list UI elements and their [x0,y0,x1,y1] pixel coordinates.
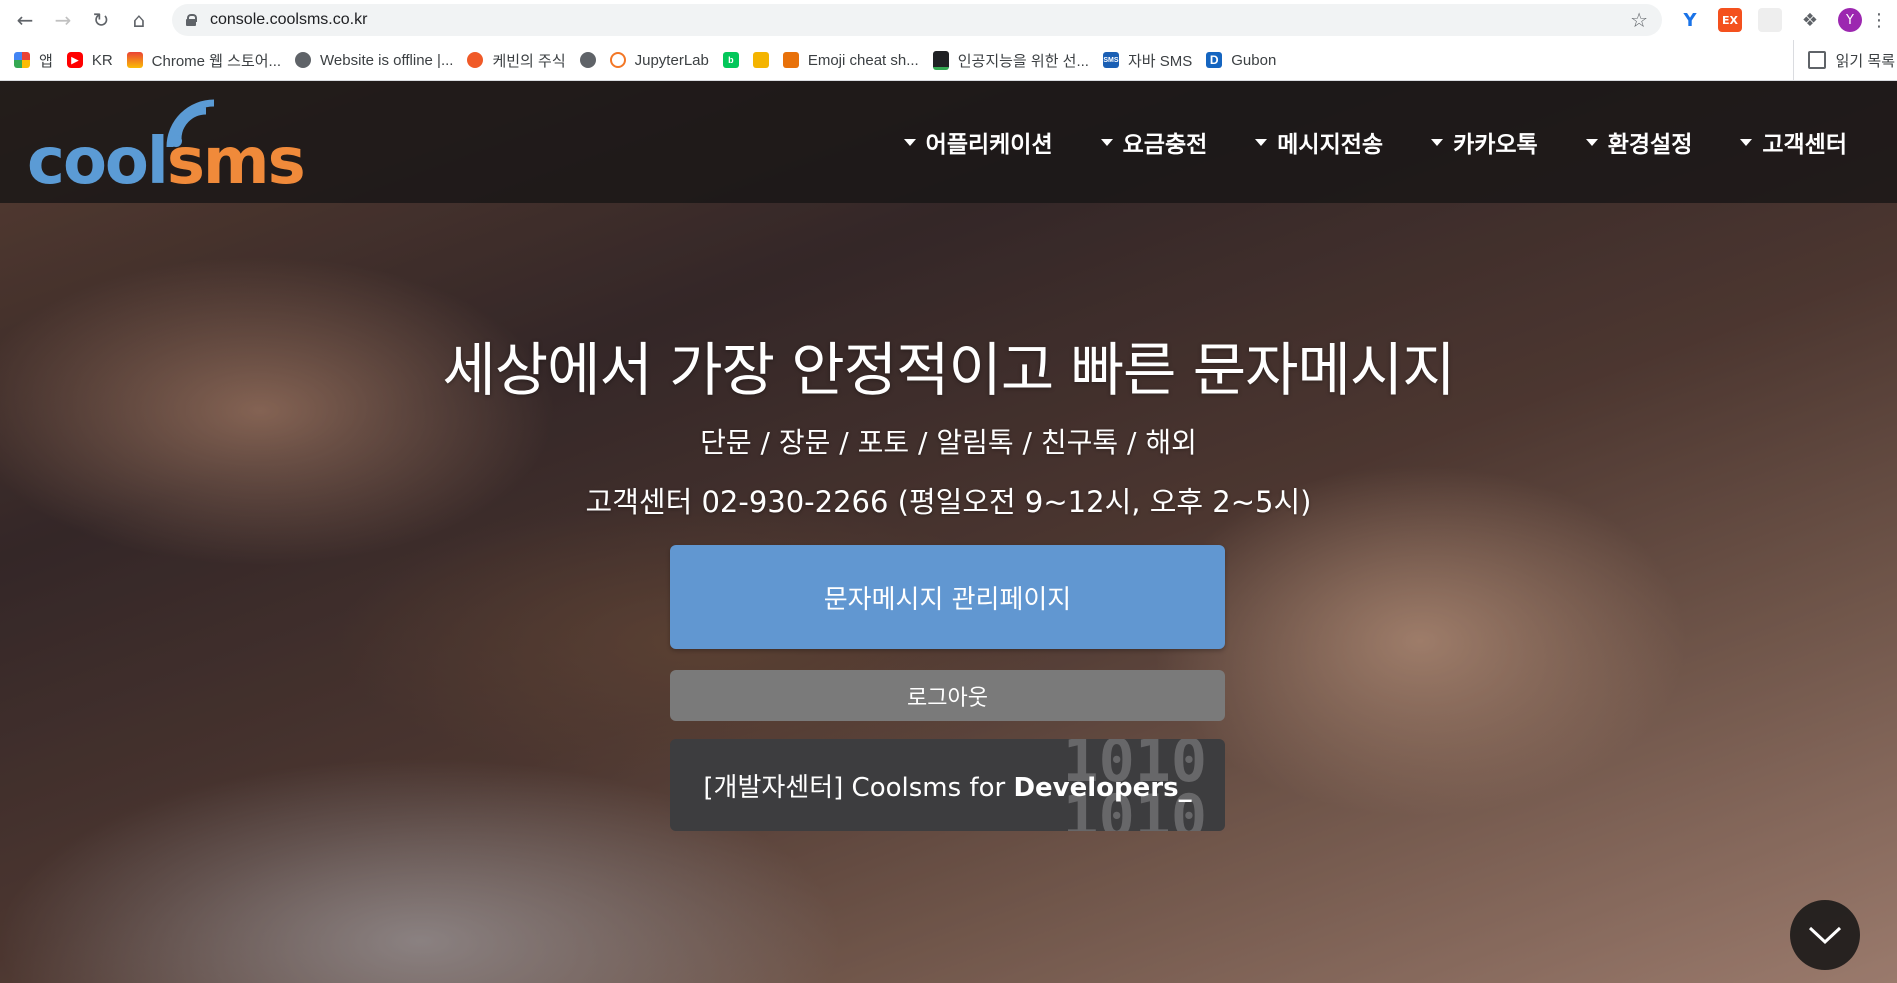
reading-list[interactable]: 읽기 목록 [1792,40,1897,80]
scroll-down-button[interactable] [1790,900,1860,970]
apps-grid-icon [14,52,30,68]
lock-icon [186,14,197,26]
jupyter-icon [609,52,626,68]
menu-support[interactable]: 고객센터 [1740,125,1847,159]
naver-blog-icon: b [722,52,739,68]
bookmark-ai[interactable]: 인공지능을 위한 선... [932,50,1089,71]
logout-button[interactable]: 로그아웃 [670,670,1225,721]
hero-subtitle: 단문 / 장문 / 포토 / 알림톡 / 친구톡 / 해외 [700,426,1197,459]
bookmark-emoji-cheat[interactable]: Emoji cheat sh... [782,52,919,69]
chevron-down-icon [1808,926,1842,945]
caret-down-icon [1740,138,1753,146]
globe-icon [579,52,596,68]
blank-extension-icon[interactable] [1758,8,1782,32]
sms-icon: SMS [1102,52,1119,68]
hero-section: coolsms 어플리케이션 요금충전 메시지전송 카카오톡 환경설정 고객센터… [0,81,1897,983]
kevin-stock-icon [467,52,484,68]
hero-background-overlay [0,81,1897,983]
caret-down-icon [903,138,916,146]
home-icon[interactable]: ⌂ [120,1,158,39]
caret-down-icon [1255,138,1268,146]
ex-extension-icon[interactable]: EX [1718,8,1742,32]
bookmark-chrome-webstore[interactable]: Chrome 웹 스토어... [126,50,281,71]
main-menu: 어플리케이션 요금충전 메시지전송 카카오톡 환경설정 고객센터 [856,81,1847,203]
chrome-webstore-icon [126,52,143,68]
address-bar[interactable]: console.coolsms.co.kr ☆ [172,4,1662,36]
developer-center-label: [개발자센터] Coolsms for Developers_ [703,772,1192,803]
message-management-button[interactable]: 문자메시지 관리페이지 [670,545,1225,649]
caret-down-icon [1100,138,1113,146]
bookmark-thumbs[interactable] [752,52,769,68]
browser-menu-icon[interactable]: ⋮ [1870,8,1888,32]
menu-application[interactable]: 어플리케이션 [903,125,1053,159]
customer-center-contact: 고객센터 02-930-2266 (평일오전 9~12시, 오후 2~5시) [585,485,1312,519]
site-header: coolsms 어플리케이션 요금충전 메시지전송 카카오톡 환경설정 고객센터 [0,81,1897,203]
menu-charge[interactable]: 요금충전 [1100,125,1207,159]
menu-send-message[interactable]: 메시지전송 [1255,125,1383,159]
bookmark-jupyterlab[interactable]: JupyterLab [609,52,709,69]
bookmark-apps[interactable]: 앱 [14,50,53,71]
bookmark-globe[interactable] [579,52,596,68]
hero-title: 세상에서 가장 안정적이고 빠른 문자메시지 [442,336,1455,404]
forward-icon[interactable]: → [44,1,82,39]
thumbs-up-icon [752,52,769,68]
bookmarks-bar: 앱 ▶ KR Chrome 웹 스토어... Website is offline… [0,40,1897,81]
menu-kakaotalk[interactable]: 카카오톡 [1431,125,1538,159]
terminal-icon [932,50,949,70]
youtube-icon: ▶ [66,52,83,68]
caret-down-icon [1431,138,1444,146]
developer-center-button[interactable]: 1010 1010 [개발자센터] Coolsms for Developers_ [670,739,1225,831]
url-text: console.coolsms.co.kr [210,11,368,28]
caret-down-icon [1585,138,1598,146]
bookmark-java-sms[interactable]: SMS 자바 SMS [1102,50,1192,71]
menu-settings[interactable]: 환경설정 [1585,125,1692,159]
browser-toolbar: ← → ↻ ⌂ console.coolsms.co.kr ☆ Y EX ❖ Y… [0,0,1897,40]
gift-icon [782,52,799,68]
bookmark-kevin-stock[interactable]: 케빈의 주식 [467,50,566,71]
bookmark-gubon[interactable]: D Gubon [1206,52,1276,69]
bookmark-kr[interactable]: ▶ KR [66,52,113,69]
vpn-extension-icon[interactable]: Y [1678,8,1702,32]
bookmark-star-icon[interactable]: ☆ [1630,8,1648,32]
reading-list-icon [1807,51,1826,69]
coolsms-logo[interactable]: coolsms [27,95,327,199]
reload-icon[interactable]: ↻ [82,1,120,39]
globe-icon [295,52,312,68]
d-logo-icon: D [1206,52,1223,68]
extensions-puzzle-icon[interactable]: ❖ [1798,8,1822,32]
logo-wordmark: coolsms [27,125,306,199]
bookmark-website-offline[interactable]: Website is offline |... [295,52,453,69]
profile-avatar[interactable]: Y [1838,8,1862,32]
back-icon[interactable]: ← [6,1,44,39]
bookmark-naver-blog[interactable]: b [722,52,739,68]
